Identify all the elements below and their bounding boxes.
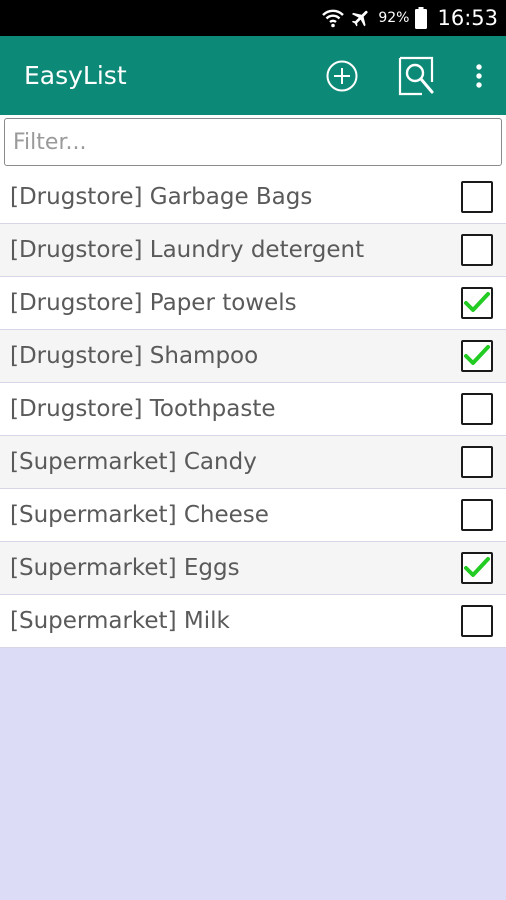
list-item[interactable]: [Drugstore] Laundry detergent bbox=[0, 224, 506, 277]
battery-percent: 92% bbox=[378, 10, 410, 26]
add-item-button[interactable] bbox=[312, 36, 372, 115]
clock: 16:53 bbox=[437, 6, 498, 30]
item-checkbox[interactable] bbox=[461, 393, 493, 425]
shopping-list: [Drugstore] Garbage Bags [Drugstore] Laun… bbox=[0, 171, 506, 648]
item-label: [Supermarket] Cheese bbox=[10, 502, 269, 528]
item-checkbox[interactable] bbox=[461, 499, 493, 531]
airplane-icon bbox=[350, 7, 372, 29]
item-checkbox[interactable] bbox=[461, 340, 493, 372]
list-item[interactable]: [Drugstore] Paper towels bbox=[0, 277, 506, 330]
filter-input[interactable] bbox=[4, 118, 502, 166]
checkmark-icon bbox=[464, 345, 490, 365]
list-item[interactable]: [Supermarket] Eggs bbox=[0, 542, 506, 595]
item-label: [Drugstore] Laundry detergent bbox=[10, 237, 365, 263]
wifi-icon bbox=[322, 8, 345, 28]
item-label: [Supermarket] Milk bbox=[10, 608, 230, 634]
item-checkbox[interactable] bbox=[461, 446, 493, 478]
item-label: [Drugstore] Shampoo bbox=[10, 343, 259, 369]
item-checkbox[interactable] bbox=[461, 552, 493, 584]
item-label: [Drugstore] Toothpaste bbox=[10, 396, 276, 422]
item-checkbox[interactable] bbox=[461, 605, 493, 637]
checkmark-icon bbox=[464, 292, 490, 312]
search-button[interactable] bbox=[392, 36, 442, 115]
item-checkbox[interactable] bbox=[461, 234, 493, 266]
item-label: [Supermarket] Candy bbox=[10, 449, 257, 475]
list-item[interactable]: [Supermarket] Cheese bbox=[0, 489, 506, 542]
list-item[interactable]: [Supermarket] Candy bbox=[0, 436, 506, 489]
item-checkbox[interactable] bbox=[461, 287, 493, 319]
add-circle-icon bbox=[326, 60, 358, 91]
status-bar: 92% 16:53 bbox=[0, 0, 506, 36]
search-icon bbox=[398, 56, 434, 95]
list-item[interactable]: [Drugstore] Toothpaste bbox=[0, 383, 506, 436]
item-label: [Drugstore] Paper towels bbox=[10, 290, 297, 316]
list-item[interactable]: [Supermarket] Milk bbox=[0, 595, 506, 648]
overflow-menu-icon bbox=[476, 63, 482, 88]
filter-bar bbox=[0, 115, 506, 171]
checkmark-icon bbox=[464, 557, 490, 577]
battery-icon bbox=[415, 7, 428, 29]
overflow-menu-button[interactable] bbox=[464, 36, 494, 115]
item-label: [Supermarket] Eggs bbox=[10, 555, 240, 581]
list-item[interactable]: [Drugstore] Shampoo bbox=[0, 330, 506, 383]
list-item[interactable]: [Drugstore] Garbage Bags bbox=[0, 171, 506, 224]
item-checkbox[interactable] bbox=[461, 181, 493, 213]
item-label: [Drugstore] Garbage Bags bbox=[10, 184, 313, 210]
app-bar: EasyList bbox=[0, 36, 506, 115]
app-title: EasyList bbox=[24, 61, 127, 90]
